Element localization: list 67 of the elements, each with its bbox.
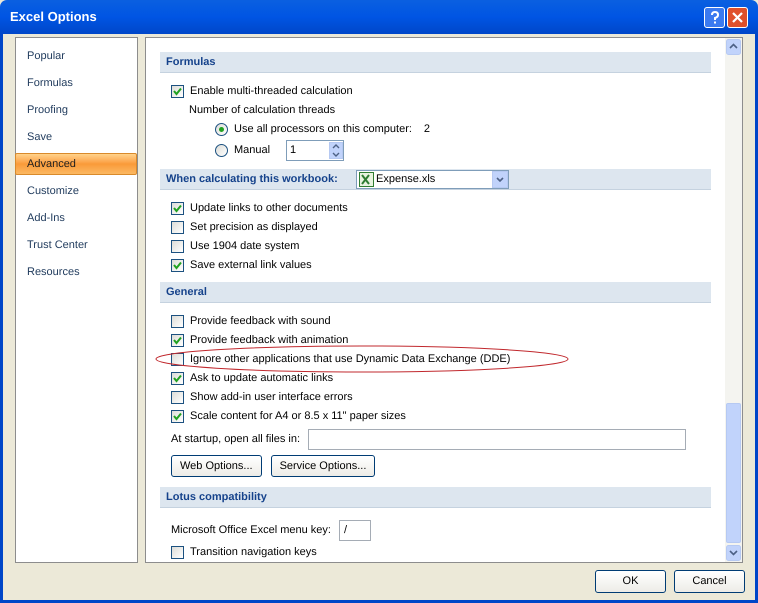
- button[interactable]: Service Options...: [270, 455, 376, 477]
- checkbox-label: Set precision as displayed: [190, 220, 318, 236]
- sidebar-item[interactable]: Proofing: [16, 99, 137, 121]
- spinner-arrows-icon: [329, 142, 343, 159]
- close-icon: [732, 12, 743, 22]
- input-field[interactable]: /: [338, 520, 371, 540]
- help-icon: [710, 10, 720, 24]
- checkbox[interactable]: [171, 372, 184, 385]
- section-title: Lotus compatibility: [166, 490, 268, 505]
- button[interactable]: Web Options...: [171, 455, 262, 477]
- checkbox[interactable]: [171, 259, 184, 272]
- window-title: Excel Options: [10, 8, 98, 26]
- field-label: Microsoft Office Excel menu key:: [171, 522, 331, 538]
- checkbox-label: Ignore other applications that use Dynamic Data Exchange (DDE): [190, 352, 510, 368]
- chevron-down-icon: [496, 176, 504, 182]
- dropdown-arrow-button[interactable]: [492, 170, 508, 188]
- sidebar-item[interactable]: Popular: [16, 45, 137, 67]
- dropdown-value: Expense.xls: [376, 172, 436, 187]
- input-field[interactable]: [308, 428, 686, 450]
- checkbox-label: Provide feedback with sound: [190, 314, 331, 330]
- sidebar-item[interactable]: Customize: [16, 180, 137, 202]
- help-button[interactable]: [704, 6, 725, 28]
- section-title: Formulas: [166, 54, 217, 70]
- field-label: At startup, open all files in:: [171, 432, 300, 447]
- radio-label: Use all processors on this computer:: [234, 122, 412, 138]
- scroll-down-button[interactable]: [726, 545, 741, 561]
- checkbox[interactable]: [171, 391, 184, 404]
- scroll-up-button[interactable]: [726, 39, 741, 55]
- sidebar-item[interactable]: Resources: [16, 261, 137, 283]
- checkbox[interactable]: [171, 240, 184, 253]
- sidebar-item[interactable]: Trust Center: [16, 234, 137, 256]
- section-title: General: [166, 284, 208, 300]
- sidebar-item[interactable]: Formulas: [16, 72, 137, 94]
- sidebar-item[interactable]: Save: [16, 126, 137, 148]
- scroll-thumb[interactable]: [726, 403, 741, 543]
- spreadsheet-icon: [359, 172, 374, 186]
- checkbox-label: Enable multi-threaded calculation: [190, 84, 353, 100]
- checkbox[interactable]: [171, 85, 184, 98]
- section-title: When calculating this workbook:: [166, 172, 339, 187]
- spinner-value: 1: [290, 143, 298, 158]
- workbook-dropdown[interactable]: Expense.xls: [356, 170, 509, 188]
- label-text: Number of calculation threads: [189, 103, 336, 118]
- radio-button[interactable]: [215, 123, 228, 136]
- checkbox-label: Show add-in user interface errors: [190, 390, 353, 406]
- radio-button[interactable]: [215, 144, 228, 157]
- checkbox[interactable]: [171, 410, 184, 423]
- sidebar-item[interactable]: Add-Ins: [16, 207, 137, 229]
- button[interactable]: OK: [595, 570, 666, 593]
- checkbox[interactable]: [171, 221, 184, 234]
- radio-label: Manual: [234, 143, 272, 158]
- checkbox-label: Ask to update automatic links: [190, 371, 334, 386]
- processor-count: 2: [424, 122, 430, 138]
- checkbox-label: Transition navigation keys: [190, 545, 317, 560]
- checkbox[interactable]: [171, 315, 184, 328]
- checkbox[interactable]: [171, 202, 184, 215]
- checkbox[interactable]: [171, 334, 184, 347]
- close-button[interactable]: [727, 6, 748, 28]
- thread-count-spinner[interactable]: 1: [286, 140, 344, 161]
- button[interactable]: Cancel: [674, 570, 745, 593]
- scrollbar[interactable]: [725, 38, 742, 562]
- checkbox[interactable]: [171, 546, 184, 559]
- checkbox-label: Save external link values: [190, 258, 312, 274]
- checkbox-label: Scale content for A4 or 8.5 x 11" paper sizes: [190, 409, 406, 424]
- sidebar-item[interactable]: Advanced: [15, 153, 137, 175]
- checkbox-label: Provide feedback with animation: [190, 333, 348, 348]
- checkbox-label: Use 1904 date system: [190, 239, 300, 254]
- checkbox-label: Update links to other documents: [190, 201, 348, 216]
